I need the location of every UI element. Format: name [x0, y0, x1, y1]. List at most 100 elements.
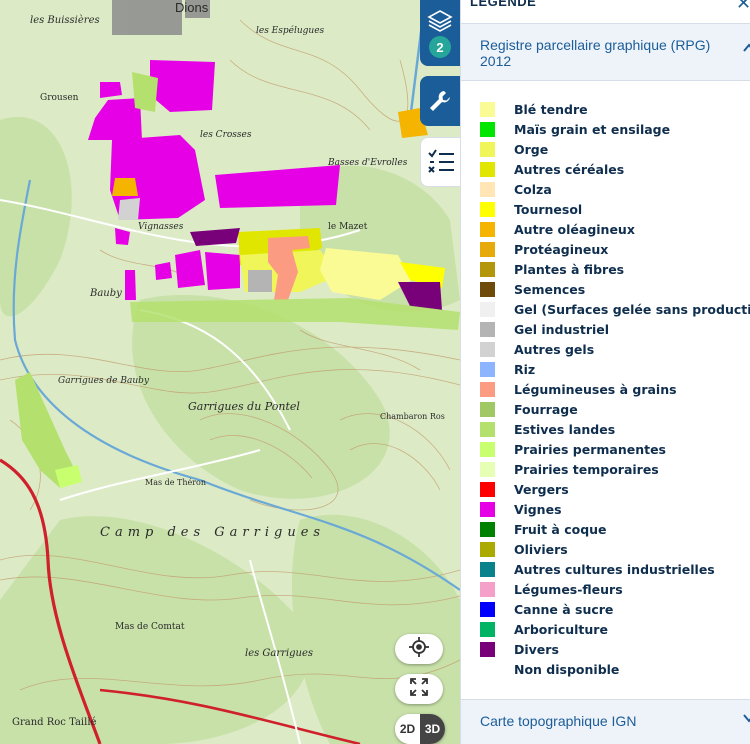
layers-icon: [427, 8, 453, 34]
legend-swatch: [480, 161, 495, 177]
legend-label: Gel industriel: [514, 321, 610, 337]
map-place-label: Vignasses: [138, 222, 184, 232]
legend-item: Fourrage: [461, 399, 750, 419]
legend-swatch: [480, 121, 495, 137]
map-place-label: Mas de Comtat: [115, 622, 185, 632]
legend-swatch: [480, 581, 495, 597]
legend-label: Estives landes: [514, 421, 616, 437]
legend-swatch: [480, 261, 495, 277]
legend-swatch: [480, 601, 495, 617]
topo-layer-header[interactable]: Carte topographique IGN: [461, 699, 750, 744]
legend-swatch: [480, 641, 495, 657]
legend-title: LÉGENDE: [470, 0, 537, 9]
legend-item: Légumes-fleurs: [461, 579, 750, 599]
legend-swatch: [480, 321, 495, 337]
legend-swatch: [480, 421, 495, 437]
fullscreen-icon: [408, 676, 430, 702]
legend-item: Protéagineux: [461, 239, 750, 259]
legend-swatch: [480, 181, 495, 197]
legend-item: Légumineuses à grains: [461, 379, 750, 399]
legend-item: Canne à sucre: [461, 599, 750, 619]
tools-button[interactable]: [420, 76, 460, 126]
map-place-label: Basses d'Evrolles: [328, 158, 408, 168]
legend-label: Colza: [514, 181, 552, 197]
legend-item: Gel industriel: [461, 319, 750, 339]
legend-item: Arboriculture: [461, 619, 750, 639]
layer-name: Carte topographique IGN: [480, 713, 637, 729]
legend-item: Divers: [461, 639, 750, 659]
chevron-down-icon[interactable]: [741, 710, 750, 728]
legend-item: Autre oléagineux: [461, 219, 750, 239]
legend-label: Fruit à coque: [514, 521, 607, 537]
legend-swatch: [480, 381, 495, 397]
chevron-up-icon[interactable]: [741, 40, 750, 56]
layer-name: Registre parcellaire graphique (RPG) 201…: [480, 37, 711, 69]
legend-label: Oliviers: [514, 541, 568, 557]
legend-item: Blé tendre: [461, 99, 750, 119]
map-place-label: Chambaron Ros: [380, 412, 445, 421]
legend-item: Semences: [461, 279, 750, 299]
legend-label: Maïs grain et ensilage: [514, 121, 671, 137]
legend-item: Tournesol: [461, 199, 750, 219]
legend-label: Protéagineux: [514, 241, 609, 257]
legend-label: Plantes à fibres: [514, 261, 625, 277]
legend-item: Estives landes: [461, 419, 750, 439]
legend-swatch: [480, 101, 495, 117]
legend-swatch: [480, 521, 495, 537]
map-place-label: les Garrigues: [245, 648, 314, 659]
legend-label: Orge: [514, 141, 549, 157]
legend-swatch: [480, 401, 495, 417]
map-place-label: le Mazet: [328, 222, 368, 232]
map-place-label: les Buissières: [30, 15, 100, 26]
legend-label: Arboriculture: [514, 621, 608, 637]
legend-swatch: [480, 141, 495, 157]
layers-button[interactable]: 2: [420, 0, 460, 66]
view-2d-button[interactable]: 2D: [395, 714, 420, 744]
legend-label: Tournesol: [514, 201, 583, 217]
legend-label: Vignes: [514, 501, 562, 517]
legend-label: Autres céréales: [514, 161, 625, 177]
legend-swatch: [480, 481, 495, 497]
map-place-label: Garrigues du Pontel: [188, 400, 300, 413]
locate-button[interactable]: [395, 634, 443, 664]
legend-swatch: [480, 541, 495, 557]
map-place-label: les Espélugues: [256, 26, 325, 36]
map-place-label: les Crosses: [200, 130, 252, 140]
map-view[interactable]: les Buissières Dions les Espélugues Grou…: [0, 0, 460, 744]
legend-swatch: [480, 301, 495, 317]
legend-label: Autres gels: [514, 341, 595, 357]
legend-label: Canne à sucre: [514, 601, 614, 617]
map-place-label: Grousen: [40, 93, 79, 103]
map-place-label: Dions: [175, 0, 209, 15]
legend-swatch: [480, 201, 495, 217]
legend-label: Non disponible: [514, 661, 620, 677]
legend-label: Semences: [514, 281, 586, 297]
map-place-label: Mas de Théron: [145, 478, 207, 487]
legend-item: Plantes à fibres: [461, 259, 750, 279]
legend-item: Oliviers: [461, 539, 750, 559]
view-mode-toggle[interactable]: 2D 3D: [395, 714, 445, 744]
legend-label: Autre oléagineux: [514, 221, 635, 237]
fullscreen-button[interactable]: [395, 674, 443, 704]
legend-swatch: [480, 361, 495, 377]
legend-label: Prairies temporaires: [514, 461, 659, 477]
legend-item: Colza: [461, 179, 750, 199]
legend-list: Blé tendre Maïs grain et ensilage Orge Autr…: [461, 99, 750, 679]
rpg-layer-header[interactable]: Registre parcellaire graphique (RPG) 201…: [461, 23, 750, 81]
legend-swatch: [480, 501, 495, 517]
legend-swatch: [480, 461, 495, 477]
legend-label: Riz: [514, 361, 536, 377]
legend-swatch: [480, 281, 495, 297]
wrench-icon: [427, 88, 453, 114]
topographic-map[interactable]: [0, 0, 460, 744]
legend-swatch: [480, 661, 495, 677]
legend-item: Non disponible: [461, 659, 750, 679]
legend-item: Gel (Surfaces gelée sans production): [461, 299, 750, 319]
close-icon[interactable]: ✕: [736, 0, 750, 14]
legend-label: Gel (Surfaces gelée sans production): [514, 301, 750, 317]
legend-label: Divers: [514, 641, 559, 657]
legend-label: Autres cultures industrielles: [514, 561, 715, 577]
legend-button[interactable]: [420, 137, 460, 187]
legend-item: Prairies permanentes: [461, 439, 750, 459]
legend-panel: LÉGENDE ✕ Registre parcellaire graphique…: [460, 0, 750, 744]
